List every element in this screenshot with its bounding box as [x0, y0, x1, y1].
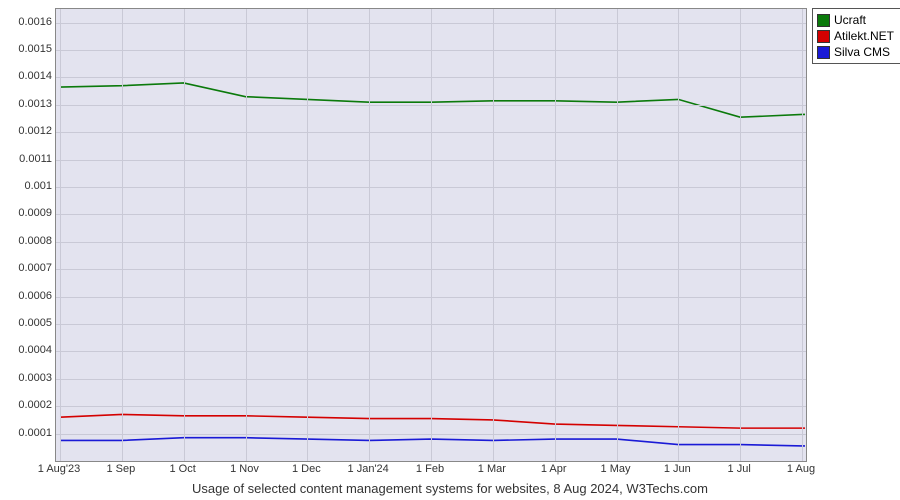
y-tick-label: 0.0015	[4, 43, 52, 55]
x-tick-label: 1 Feb	[416, 463, 444, 475]
y-tick-label: 0.0013	[4, 98, 52, 110]
series-line	[60, 414, 805, 428]
y-tick-label: 0.001	[4, 180, 52, 192]
grid-line-v	[555, 9, 556, 461]
y-tick-label: 0.0005	[4, 317, 52, 329]
grid-line-v	[493, 9, 494, 461]
grid-line-v	[369, 9, 370, 461]
legend-label: Atilekt.NET	[834, 28, 894, 44]
x-tick-label: 1 Oct	[170, 463, 196, 475]
y-tick-label: 0.0012	[4, 125, 52, 137]
x-tick-label: 1 Sep	[106, 463, 135, 475]
legend-swatch	[817, 46, 830, 59]
legend-label: Ucraft	[834, 12, 866, 28]
x-tick-label: 1 Aug'23	[38, 463, 80, 475]
grid-line-v	[617, 9, 618, 461]
legend-item: Atilekt.NET	[817, 28, 894, 44]
grid-line-v	[184, 9, 185, 461]
legend-item: Ucraft	[817, 12, 894, 28]
y-tick-label: 0.0016	[4, 16, 52, 28]
chart-container: UcraftAtilekt.NETSilva CMS Usage of sele…	[0, 0, 900, 500]
y-tick-label: 0.0002	[4, 399, 52, 411]
y-tick-label: 0.0009	[4, 207, 52, 219]
x-tick-label: 1 Apr	[541, 463, 567, 475]
grid-line-v	[122, 9, 123, 461]
grid-line-v	[740, 9, 741, 461]
series-line	[60, 438, 805, 446]
grid-line-v	[307, 9, 308, 461]
x-tick-label: 1 Aug	[787, 463, 815, 475]
grid-line-v	[431, 9, 432, 461]
plot-area	[55, 8, 807, 462]
x-tick-label: 1 Mar	[478, 463, 506, 475]
x-tick-label: 1 Nov	[230, 463, 259, 475]
x-tick-label: 1 May	[601, 463, 631, 475]
legend-swatch	[817, 30, 830, 43]
legend-label: Silva CMS	[834, 44, 890, 60]
x-tick-label: 1 Jun	[664, 463, 691, 475]
grid-line-v	[60, 9, 61, 461]
grid-line-v	[246, 9, 247, 461]
y-tick-label: 0.0014	[4, 70, 52, 82]
series-line	[60, 83, 805, 117]
y-tick-label: 0.0003	[4, 372, 52, 384]
legend: UcraftAtilekt.NETSilva CMS	[812, 8, 900, 64]
legend-item: Silva CMS	[817, 44, 894, 60]
y-tick-label: 0.0011	[4, 153, 52, 165]
grid-line-v	[678, 9, 679, 461]
grid-line-v	[802, 9, 803, 461]
legend-swatch	[817, 14, 830, 27]
y-tick-label: 0.0001	[4, 427, 52, 439]
y-tick-label: 0.0004	[4, 344, 52, 356]
x-tick-label: 1 Dec	[292, 463, 321, 475]
chart-caption: Usage of selected content management sys…	[0, 481, 900, 496]
x-tick-label: 1 Jul	[728, 463, 751, 475]
y-tick-label: 0.0008	[4, 235, 52, 247]
x-tick-label: 1 Jan'24	[348, 463, 389, 475]
y-tick-label: 0.0007	[4, 262, 52, 274]
y-tick-label: 0.0006	[4, 290, 52, 302]
